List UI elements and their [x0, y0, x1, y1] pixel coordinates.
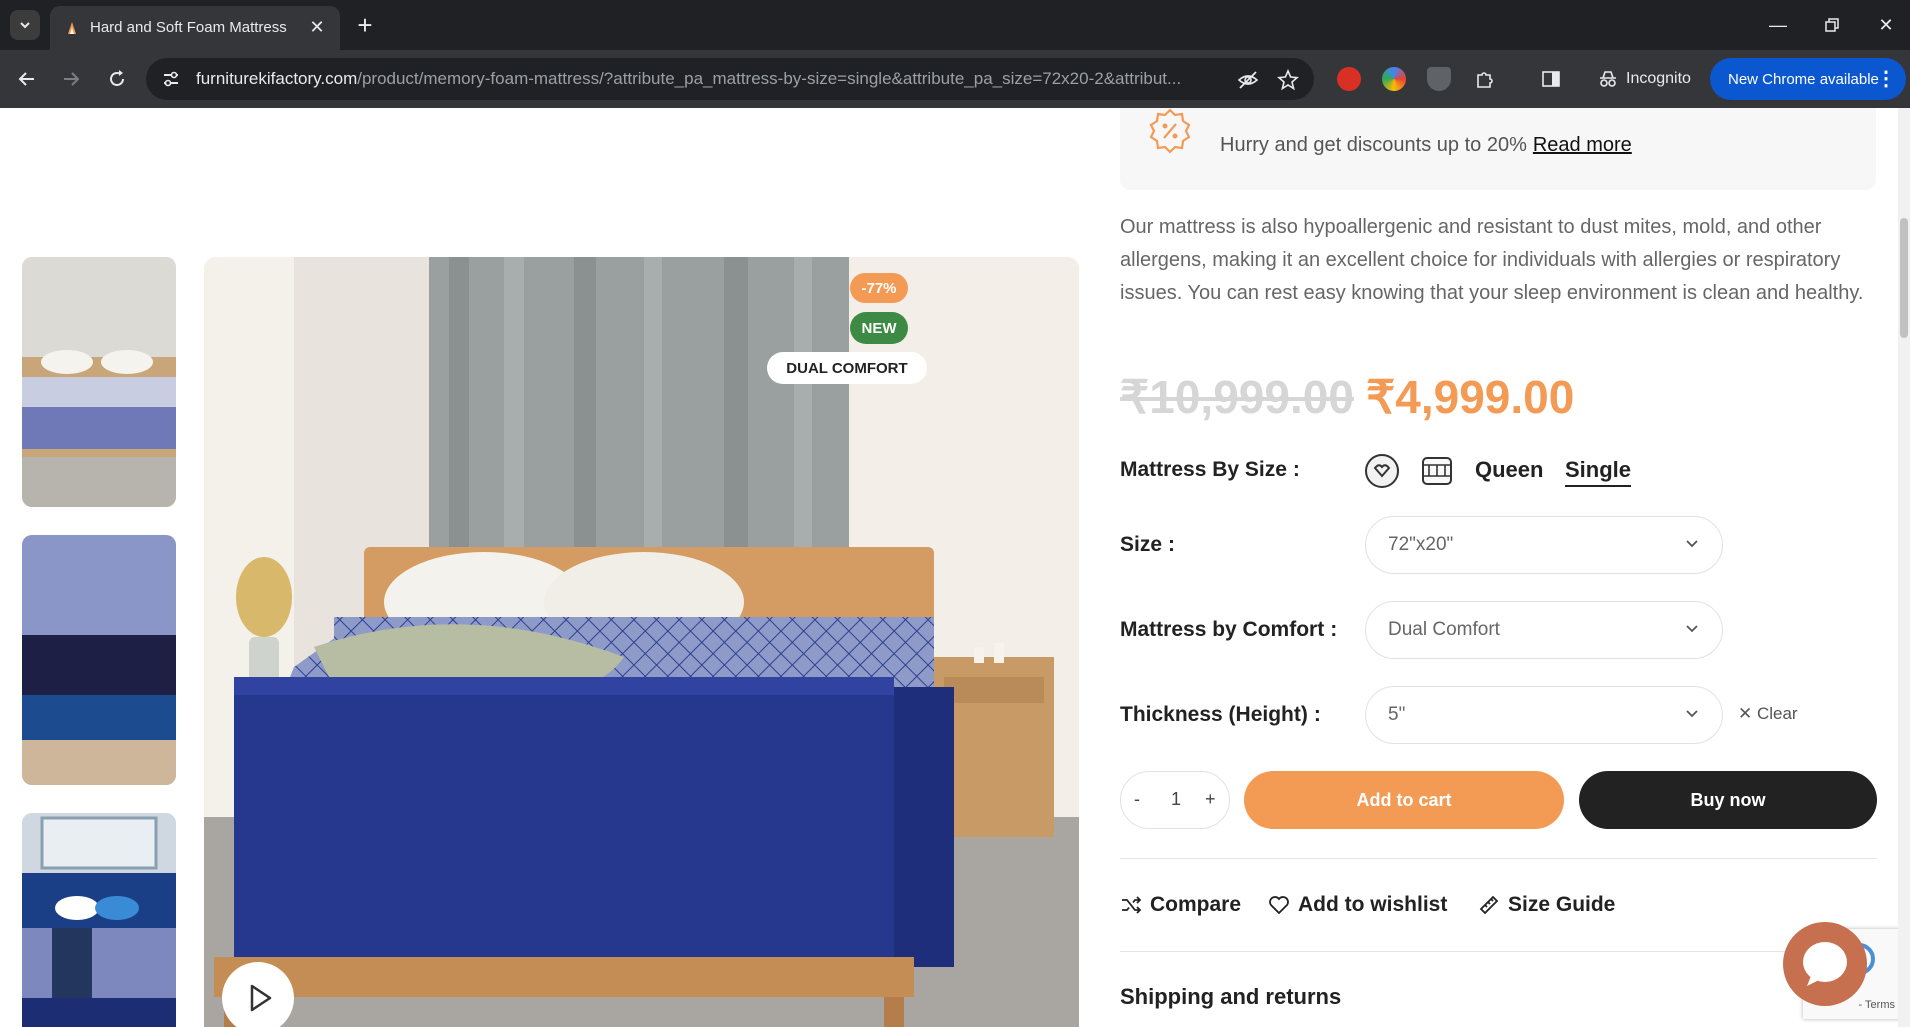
eye-off-icon[interactable]: [1236, 68, 1260, 92]
extensions-puzzle-icon[interactable]: [1470, 64, 1500, 94]
url-text: furniturekifactory.com/product/memory-fo…: [196, 69, 1226, 89]
incognito-icon: [1600, 71, 1616, 87]
update-label: New Chrome available: [1728, 70, 1879, 88]
minimize-button[interactable]: —: [1758, 10, 1798, 40]
shipping-and-returns-heading[interactable]: Shipping and returns: [1120, 984, 1341, 1010]
ruler-icon: [1479, 895, 1499, 915]
play-video-button[interactable]: [222, 962, 294, 1027]
back-button[interactable]: [12, 64, 42, 94]
quantity-minus-button[interactable]: -: [1134, 789, 1140, 810]
size-option-single[interactable]: Single: [1565, 457, 1632, 487]
restore-icon: [1825, 18, 1839, 32]
chat-button[interactable]: [1783, 922, 1867, 1006]
arrow-right-icon: [64, 72, 80, 86]
promo-message: Hurry and get discounts up to 20%: [1220, 134, 1527, 156]
discount-badge: -77%: [850, 273, 908, 303]
chevron-down-icon: [1686, 710, 1698, 718]
size-option-queen[interactable]: Queen: [1475, 457, 1543, 483]
tab-search-button[interactable]: [10, 10, 40, 40]
tab-close-icon[interactable]: ✕: [306, 16, 328, 38]
thumbnail-image: [22, 257, 176, 507]
regular-price: ₹10,999.00: [1120, 371, 1354, 423]
page-scrollbar[interactable]: [1898, 108, 1910, 1027]
more-menu-icon[interactable]: ⋮: [1876, 66, 1896, 91]
reload-icon: [110, 70, 124, 86]
comfort-select[interactable]: Dual Comfort: [1365, 601, 1723, 659]
buy-now-button[interactable]: Buy now: [1579, 771, 1877, 829]
shuffle-icon: [1122, 896, 1142, 914]
chevron-down-icon: [1686, 625, 1698, 633]
chat-bubble-icon: [1803, 942, 1847, 986]
tab-title: Hard and Soft Foam Mattress -: [90, 19, 290, 36]
play-icon: [250, 984, 272, 1012]
compare-button[interactable]: Compare: [1120, 893, 1241, 917]
forward-button[interactable]: [56, 64, 86, 94]
divider: [1120, 858, 1877, 859]
new-badge: NEW: [850, 312, 908, 344]
browser-tabstrip: Hard and Soft Foam Mattress - ✕ + — ✕: [0, 0, 1910, 50]
close-window-button[interactable]: ✕: [1866, 10, 1906, 40]
quantity-input[interactable]: 1: [1171, 789, 1181, 810]
chevron-down-icon: [1686, 540, 1698, 548]
new-tab-button[interactable]: +: [350, 10, 380, 40]
comfort-select-value: Dual Comfort: [1388, 619, 1500, 640]
thickness-select-value: 5": [1388, 704, 1406, 725]
bookmark-star-icon[interactable]: [1276, 68, 1300, 92]
extension-color-icon[interactable]: [1382, 67, 1406, 91]
bed-photo: [204, 257, 1079, 1027]
restore-button[interactable]: [1812, 10, 1852, 40]
clear-selection-button[interactable]: ✕ Clear: [1738, 704, 1798, 724]
url-path: /product/memory-foam-mattress/?attribute…: [357, 69, 1182, 88]
thumbnail-image: [22, 813, 176, 1027]
gallery-thumbnail-1[interactable]: [22, 257, 176, 507]
heart-icon: [1269, 896, 1289, 915]
incognito-indicator[interactable]: Incognito: [1582, 58, 1692, 100]
add-to-cart-button[interactable]: Add to cart: [1244, 771, 1564, 829]
size-guide-button[interactable]: Size Guide: [1478, 893, 1615, 917]
extension-stop-icon[interactable]: [1337, 67, 1361, 91]
sale-price: ₹4,999.00: [1366, 371, 1575, 423]
gallery-thumbnail-3[interactable]: [22, 813, 176, 1027]
promo-text: Hurry and get discounts up to 20% Read mo…: [1220, 134, 1632, 157]
address-bar[interactable]: furniturekifactory.com/product/memory-fo…: [146, 58, 1314, 100]
site-info-icon[interactable]: [160, 68, 182, 90]
dual-comfort-badge: DUAL COMFORT: [767, 352, 927, 384]
new-chrome-available-button[interactable]: New Chrome available ⋮: [1710, 58, 1906, 100]
arrow-left-icon: [18, 72, 34, 86]
thickness-label: Thickness (Height):: [1120, 703, 1321, 726]
size-option-badge-icon[interactable]: [1363, 452, 1401, 490]
add-to-wishlist-button[interactable]: Add to wishlist: [1268, 893, 1447, 917]
divider: [1120, 951, 1877, 952]
browser-toolbar: furniturekifactory.com/product/memory-fo…: [0, 50, 1910, 108]
chevron-down-icon: [20, 22, 30, 29]
product-description: Our mattress is also hypoallergenic and …: [1120, 216, 1864, 304]
scrollbar-thumb[interactable]: [1900, 218, 1908, 338]
product-page: -77% NEW DUAL COMFORT Hurry and get disc…: [0, 108, 1910, 1027]
discount-tag-icon: [1149, 108, 1191, 154]
read-more-link[interactable]: Read more: [1533, 134, 1632, 156]
reload-button[interactable]: [102, 64, 132, 94]
discount-promo-box: Hurry and get discounts up to 20% Read mo…: [1120, 108, 1876, 190]
site-favicon-icon: [68, 22, 76, 34]
url-host: furniturekifactory.com: [196, 69, 358, 88]
comfort-label: Mattress by Comfort:: [1120, 618, 1338, 641]
size-label: Size:: [1120, 533, 1176, 556]
browser-tab-active[interactable]: Hard and Soft Foam Mattress - ✕: [50, 6, 340, 50]
quantity-stepper: - 1 +: [1120, 771, 1230, 829]
main-product-image[interactable]: -77% NEW DUAL COMFORT: [204, 257, 1079, 1027]
size-select-value: 72"x20": [1388, 534, 1454, 555]
thickness-select[interactable]: 5": [1365, 686, 1723, 744]
close-icon: ✕: [1738, 704, 1757, 723]
mattress-by-size-label: Mattress By Size:: [1120, 458, 1300, 481]
incognito-label: Incognito: [1626, 70, 1691, 87]
thumbnail-image: [22, 535, 176, 785]
side-panel-icon[interactable]: [1536, 64, 1566, 94]
size-option-mattress-icon[interactable]: [1418, 452, 1456, 490]
gallery-thumbnail-2[interactable]: [22, 535, 176, 785]
size-select[interactable]: 72"x20": [1365, 516, 1723, 574]
extension-shield-icon[interactable]: [1427, 67, 1451, 91]
quantity-plus-button[interactable]: +: [1205, 789, 1216, 810]
